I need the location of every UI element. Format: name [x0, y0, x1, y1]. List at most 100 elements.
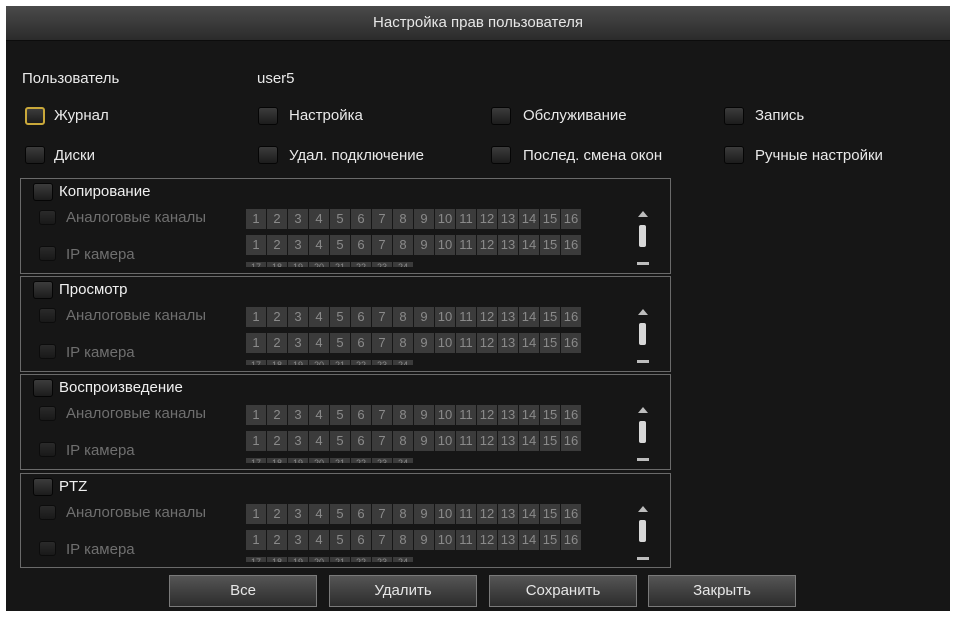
channel-cell-16[interactable]: 16 [561, 530, 581, 550]
channel-cell-7[interactable]: 7 [372, 405, 392, 425]
channel-cell-2[interactable]: 2 [267, 504, 287, 524]
scroll-up-icon[interactable] [638, 211, 648, 217]
channel-cell-15[interactable]: 15 [540, 530, 560, 550]
analog-checkbox[interactable] [39, 210, 56, 225]
channel-cell-4[interactable]: 4 [309, 431, 329, 451]
channel-cell-9[interactable]: 9 [414, 209, 434, 229]
ip-camera-checkbox[interactable] [39, 541, 56, 556]
channel-cell-15[interactable]: 15 [540, 333, 560, 353]
channel-cell-18[interactable]: 18 [267, 360, 287, 365]
channel-cell-6[interactable]: 6 [351, 209, 371, 229]
channel-cell-10[interactable]: 10 [435, 431, 455, 451]
channel-cell-4[interactable]: 4 [309, 405, 329, 425]
channel-cell-18[interactable]: 18 [267, 458, 287, 463]
channel-cell-7[interactable]: 7 [372, 209, 392, 229]
channel-cell-3[interactable]: 3 [288, 333, 308, 353]
scroll-down-icon[interactable] [637, 557, 649, 560]
channel-cell-5[interactable]: 5 [330, 504, 350, 524]
channel-cell-17[interactable]: 17 [246, 360, 266, 365]
channel-cell-3[interactable]: 3 [288, 504, 308, 524]
channel-cell-1[interactable]: 1 [246, 307, 266, 327]
channel-cell-8[interactable]: 8 [393, 333, 413, 353]
ip-camera-checkbox[interactable] [39, 246, 56, 261]
permission-checkbox-settings[interactable] [258, 107, 278, 125]
channel-scrollbar[interactable] [636, 309, 650, 363]
channel-cell-8[interactable]: 8 [393, 405, 413, 425]
permission-checkbox-sequence[interactable] [491, 146, 511, 164]
channel-cell-10[interactable]: 10 [435, 504, 455, 524]
channel-cell-18[interactable]: 18 [267, 262, 287, 267]
channel-scrollbar[interactable] [636, 506, 650, 560]
channel-cell-8[interactable]: 8 [393, 235, 413, 255]
channel-cell-5[interactable]: 5 [330, 431, 350, 451]
permission-checkbox-record[interactable] [724, 107, 744, 125]
channel-cell-13[interactable]: 13 [498, 307, 518, 327]
channel-cell-14[interactable]: 14 [519, 333, 539, 353]
channel-cell-20[interactable]: 20 [309, 360, 329, 365]
channel-cell-22[interactable]: 22 [351, 262, 371, 267]
channel-cell-21[interactable]: 21 [330, 557, 350, 562]
channel-cell-10[interactable]: 10 [435, 235, 455, 255]
channel-cell-13[interactable]: 13 [498, 405, 518, 425]
channel-cell-16[interactable]: 16 [561, 307, 581, 327]
channel-cell-18[interactable]: 18 [267, 557, 287, 562]
channel-cell-4[interactable]: 4 [309, 333, 329, 353]
channel-cell-15[interactable]: 15 [540, 235, 560, 255]
scroll-thumb[interactable] [639, 225, 646, 247]
channel-cell-12[interactable]: 12 [477, 530, 497, 550]
channel-cell-15[interactable]: 15 [540, 504, 560, 524]
channel-cell-7[interactable]: 7 [372, 333, 392, 353]
channel-cell-14[interactable]: 14 [519, 307, 539, 327]
channel-cell-12[interactable]: 12 [477, 333, 497, 353]
channel-cell-23[interactable]: 23 [372, 458, 392, 463]
channel-cell-11[interactable]: 11 [456, 431, 476, 451]
channel-cell-21[interactable]: 21 [330, 262, 350, 267]
channel-cell-12[interactable]: 12 [477, 504, 497, 524]
scroll-up-icon[interactable] [638, 506, 648, 512]
scroll-thumb[interactable] [639, 421, 646, 443]
channel-cell-13[interactable]: 13 [498, 333, 518, 353]
analog-checkbox[interactable] [39, 406, 56, 421]
channel-cell-1[interactable]: 1 [246, 235, 266, 255]
channel-cell-20[interactable]: 20 [309, 458, 329, 463]
channel-cell-4[interactable]: 4 [309, 504, 329, 524]
channel-cell-23[interactable]: 23 [372, 557, 392, 562]
channel-cell-12[interactable]: 12 [477, 307, 497, 327]
channel-cell-6[interactable]: 6 [351, 405, 371, 425]
channel-cell-13[interactable]: 13 [498, 235, 518, 255]
channel-cell-15[interactable]: 15 [540, 405, 560, 425]
scroll-up-icon[interactable] [638, 407, 648, 413]
channel-cell-2[interactable]: 2 [267, 235, 287, 255]
channel-cell-22[interactable]: 22 [351, 360, 371, 365]
channel-cell-3[interactable]: 3 [288, 530, 308, 550]
channel-cell-13[interactable]: 13 [498, 431, 518, 451]
channel-cell-21[interactable]: 21 [330, 360, 350, 365]
channel-cell-3[interactable]: 3 [288, 431, 308, 451]
channel-cell-5[interactable]: 5 [330, 235, 350, 255]
channel-cell-2[interactable]: 2 [267, 209, 287, 229]
channel-cell-11[interactable]: 11 [456, 333, 476, 353]
channel-cell-7[interactable]: 7 [372, 530, 392, 550]
save-button[interactable]: Сохранить [489, 575, 637, 607]
channel-cell-1[interactable]: 1 [246, 504, 266, 524]
channel-cell-13[interactable]: 13 [498, 209, 518, 229]
channel-cell-11[interactable]: 11 [456, 405, 476, 425]
channel-cell-1[interactable]: 1 [246, 530, 266, 550]
channel-cell-8[interactable]: 8 [393, 530, 413, 550]
channel-cell-1[interactable]: 1 [246, 209, 266, 229]
scroll-down-icon[interactable] [637, 360, 649, 363]
channel-cell-16[interactable]: 16 [561, 504, 581, 524]
channel-cell-6[interactable]: 6 [351, 504, 371, 524]
channel-cell-17[interactable]: 17 [246, 458, 266, 463]
channel-cell-7[interactable]: 7 [372, 431, 392, 451]
channel-cell-2[interactable]: 2 [267, 405, 287, 425]
channel-cell-9[interactable]: 9 [414, 307, 434, 327]
channel-cell-10[interactable]: 10 [435, 530, 455, 550]
ip-camera-checkbox[interactable] [39, 442, 56, 457]
section-checkbox-playback[interactable] [33, 379, 53, 397]
channel-cell-16[interactable]: 16 [561, 405, 581, 425]
channel-cell-9[interactable]: 9 [414, 405, 434, 425]
channel-cell-14[interactable]: 14 [519, 504, 539, 524]
channel-cell-12[interactable]: 12 [477, 209, 497, 229]
channel-cell-10[interactable]: 10 [435, 333, 455, 353]
